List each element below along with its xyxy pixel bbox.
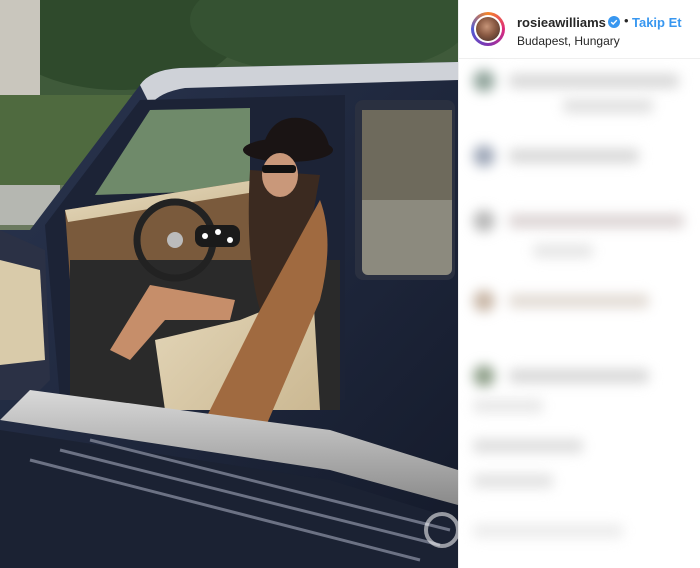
post-photo (0, 0, 458, 568)
post-header: rosieawilliams • Takip Et Budapest, Hung… (459, 0, 700, 59)
comment-item (473, 145, 693, 167)
comment-item (473, 210, 693, 232)
comment-item (473, 395, 693, 417)
comment-item (473, 470, 693, 492)
post-image[interactable] (0, 0, 458, 568)
location-link[interactable]: Budapest, Hungary (517, 34, 620, 48)
comment-item (473, 435, 693, 457)
comment-item (473, 520, 693, 542)
watermark-logo-icon (424, 512, 458, 548)
verified-badge-icon (608, 16, 620, 28)
comment-item (473, 290, 693, 312)
comment-item (473, 70, 693, 92)
comment-item (473, 95, 693, 117)
username-link[interactable]: rosieawilliams (517, 15, 606, 30)
avatar[interactable] (471, 12, 505, 46)
avatar-photo (476, 17, 500, 41)
comment-item (473, 240, 693, 262)
post-sidebar: rosieawilliams • Takip Et Budapest, Hung… (458, 0, 700, 568)
comment-item (473, 365, 693, 387)
follow-button[interactable]: Takip Et (632, 15, 682, 30)
separator-dot: • (624, 13, 629, 28)
